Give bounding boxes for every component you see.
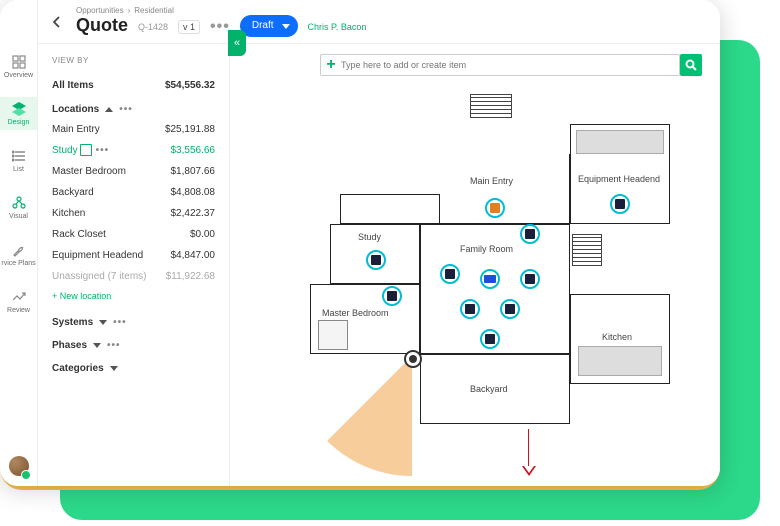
rail-design[interactable]: Design — [0, 97, 37, 130]
view-sidebar: VIEW BY All Items $54,556.32 Locations •… — [38, 44, 230, 486]
more-menu[interactable]: ••• — [210, 18, 230, 36]
annotation-arrow-icon — [528, 429, 529, 469]
label-equipment-headend: Equipment Headend — [578, 174, 660, 184]
list-icon — [11, 148, 27, 164]
copy-icon[interactable] — [82, 146, 92, 156]
device-main-entry[interactable] — [485, 198, 505, 218]
device-fr-3[interactable] — [520, 269, 540, 289]
label-backyard: Backyard — [470, 384, 508, 394]
rail-review[interactable]: Review — [0, 285, 37, 318]
chevron-down-icon — [99, 320, 107, 325]
plus-icon: + — [321, 56, 341, 74]
stairs-right-icon — [572, 234, 602, 266]
arrow-down-icon — [522, 466, 536, 476]
rail-list[interactable]: List — [0, 144, 37, 177]
locations-menu[interactable]: ••• — [119, 104, 133, 115]
version-label[interactable]: v 1 — [178, 20, 200, 34]
section-phases[interactable]: Phases••• — [52, 332, 215, 355]
label-master-bedroom: Master Bedroom — [322, 308, 389, 318]
quote-id: Q-1428 — [138, 22, 168, 32]
all-items-row[interactable]: All Items $54,556.32 — [52, 75, 215, 96]
floorplan-canvas[interactable]: + Equipment Headend — [230, 44, 720, 486]
annotation-caption: Landscape speakers not shown — [420, 484, 589, 486]
stairs-icon — [470, 94, 512, 118]
section-locations[interactable]: Locations ••• — [52, 96, 215, 119]
section-categories[interactable]: Categories — [52, 355, 215, 378]
loc-master-bedroom[interactable]: Master Bedroom$1,807.66 — [52, 161, 215, 182]
breadcrumb: Opportunities › Residential — [76, 6, 174, 15]
systems-menu[interactable]: ••• — [113, 317, 127, 328]
chevron-up-icon — [105, 107, 113, 112]
loc-study[interactable]: Study••• $3,556.66 — [52, 140, 215, 161]
author-link[interactable]: Chris P. Bacon — [308, 22, 367, 32]
status-dropdown[interactable]: Draft — [240, 15, 298, 37]
viewby-label: VIEW BY — [52, 56, 215, 65]
rail-overview[interactable]: Overview — [0, 50, 37, 83]
device-fr-4[interactable] — [460, 299, 480, 319]
room-hall — [340, 194, 440, 224]
back-button[interactable] — [48, 13, 66, 31]
breadcrumb-l1[interactable]: Opportunities — [76, 6, 124, 15]
loc-unassigned[interactable]: Unassigned (7 items)$11,922.68 — [52, 266, 215, 287]
page-title: Quote — [76, 15, 128, 36]
breadcrumb-l2[interactable]: Residential — [134, 6, 174, 15]
room-main-entry[interactable] — [440, 154, 570, 224]
device-study[interactable] — [366, 250, 386, 270]
layers-icon — [11, 101, 27, 117]
label-main-entry: Main Entry — [470, 176, 513, 186]
label-kitchen: Kitchen — [602, 332, 632, 342]
chevron-down-icon — [93, 343, 101, 348]
loc-main-entry[interactable]: Main Entry$25,191.88 — [52, 119, 215, 140]
status-dot-icon — [21, 470, 31, 480]
new-location-link[interactable]: + New location — [52, 287, 215, 309]
study-menu[interactable]: ••• — [96, 145, 110, 156]
left-rail: Overview Design List Visual rvice Plans … — [0, 0, 38, 486]
app-window: Overview Design List Visual rvice Plans … — [0, 0, 720, 486]
loc-rack-closet[interactable]: Rack Closet$0.00 — [52, 224, 215, 245]
kitchen-island — [578, 346, 662, 376]
device-equipment[interactable] — [610, 194, 630, 214]
chevron-down-icon — [110, 366, 118, 371]
counter — [576, 130, 664, 154]
chart-icon — [11, 289, 27, 305]
section-systems[interactable]: Systems••• — [52, 309, 215, 332]
floorplan[interactable]: Equipment Headend Main Entry Study Famil… — [310, 94, 680, 474]
loc-kitchen[interactable]: Kitchen$2,422.37 — [52, 203, 215, 224]
sensor-coverage-icon — [292, 356, 412, 476]
wrench-icon — [11, 242, 27, 258]
collapse-sidebar-button[interactable]: « — [228, 44, 246, 56]
loc-backyard[interactable]: Backyard$4,808.08 — [52, 182, 215, 203]
device-tv[interactable] — [480, 269, 500, 289]
device-master[interactable] — [382, 286, 402, 306]
grid-icon — [11, 54, 27, 70]
loc-equipment-headend[interactable]: Equipment Headend$4,847.00 — [52, 245, 215, 266]
device-fr-6[interactable] — [480, 329, 500, 349]
label-study: Study — [358, 232, 381, 242]
chevron-right-icon: › — [128, 6, 131, 15]
bed-icon — [318, 320, 348, 350]
device-fr-1[interactable] — [520, 224, 540, 244]
phases-menu[interactable]: ••• — [107, 340, 121, 351]
motion-sensor-icon[interactable] — [404, 350, 422, 368]
rail-service-plans[interactable]: rvice Plans — [0, 238, 37, 271]
rail-visual[interactable]: Visual — [0, 191, 37, 224]
device-fr-5[interactable] — [500, 299, 520, 319]
add-item-search[interactable]: + — [320, 54, 680, 76]
molecule-icon — [11, 195, 27, 211]
top-bar: Opportunities › Residential Quote Q-1428… — [38, 0, 720, 44]
search-button[interactable] — [680, 54, 702, 76]
search-input[interactable] — [341, 60, 679, 70]
main-area: Opportunities › Residential Quote Q-1428… — [38, 0, 720, 486]
chevron-left-double-icon: « — [234, 44, 240, 49]
label-family-room: Family Room — [460, 244, 513, 254]
device-fr-2[interactable] — [440, 264, 460, 284]
